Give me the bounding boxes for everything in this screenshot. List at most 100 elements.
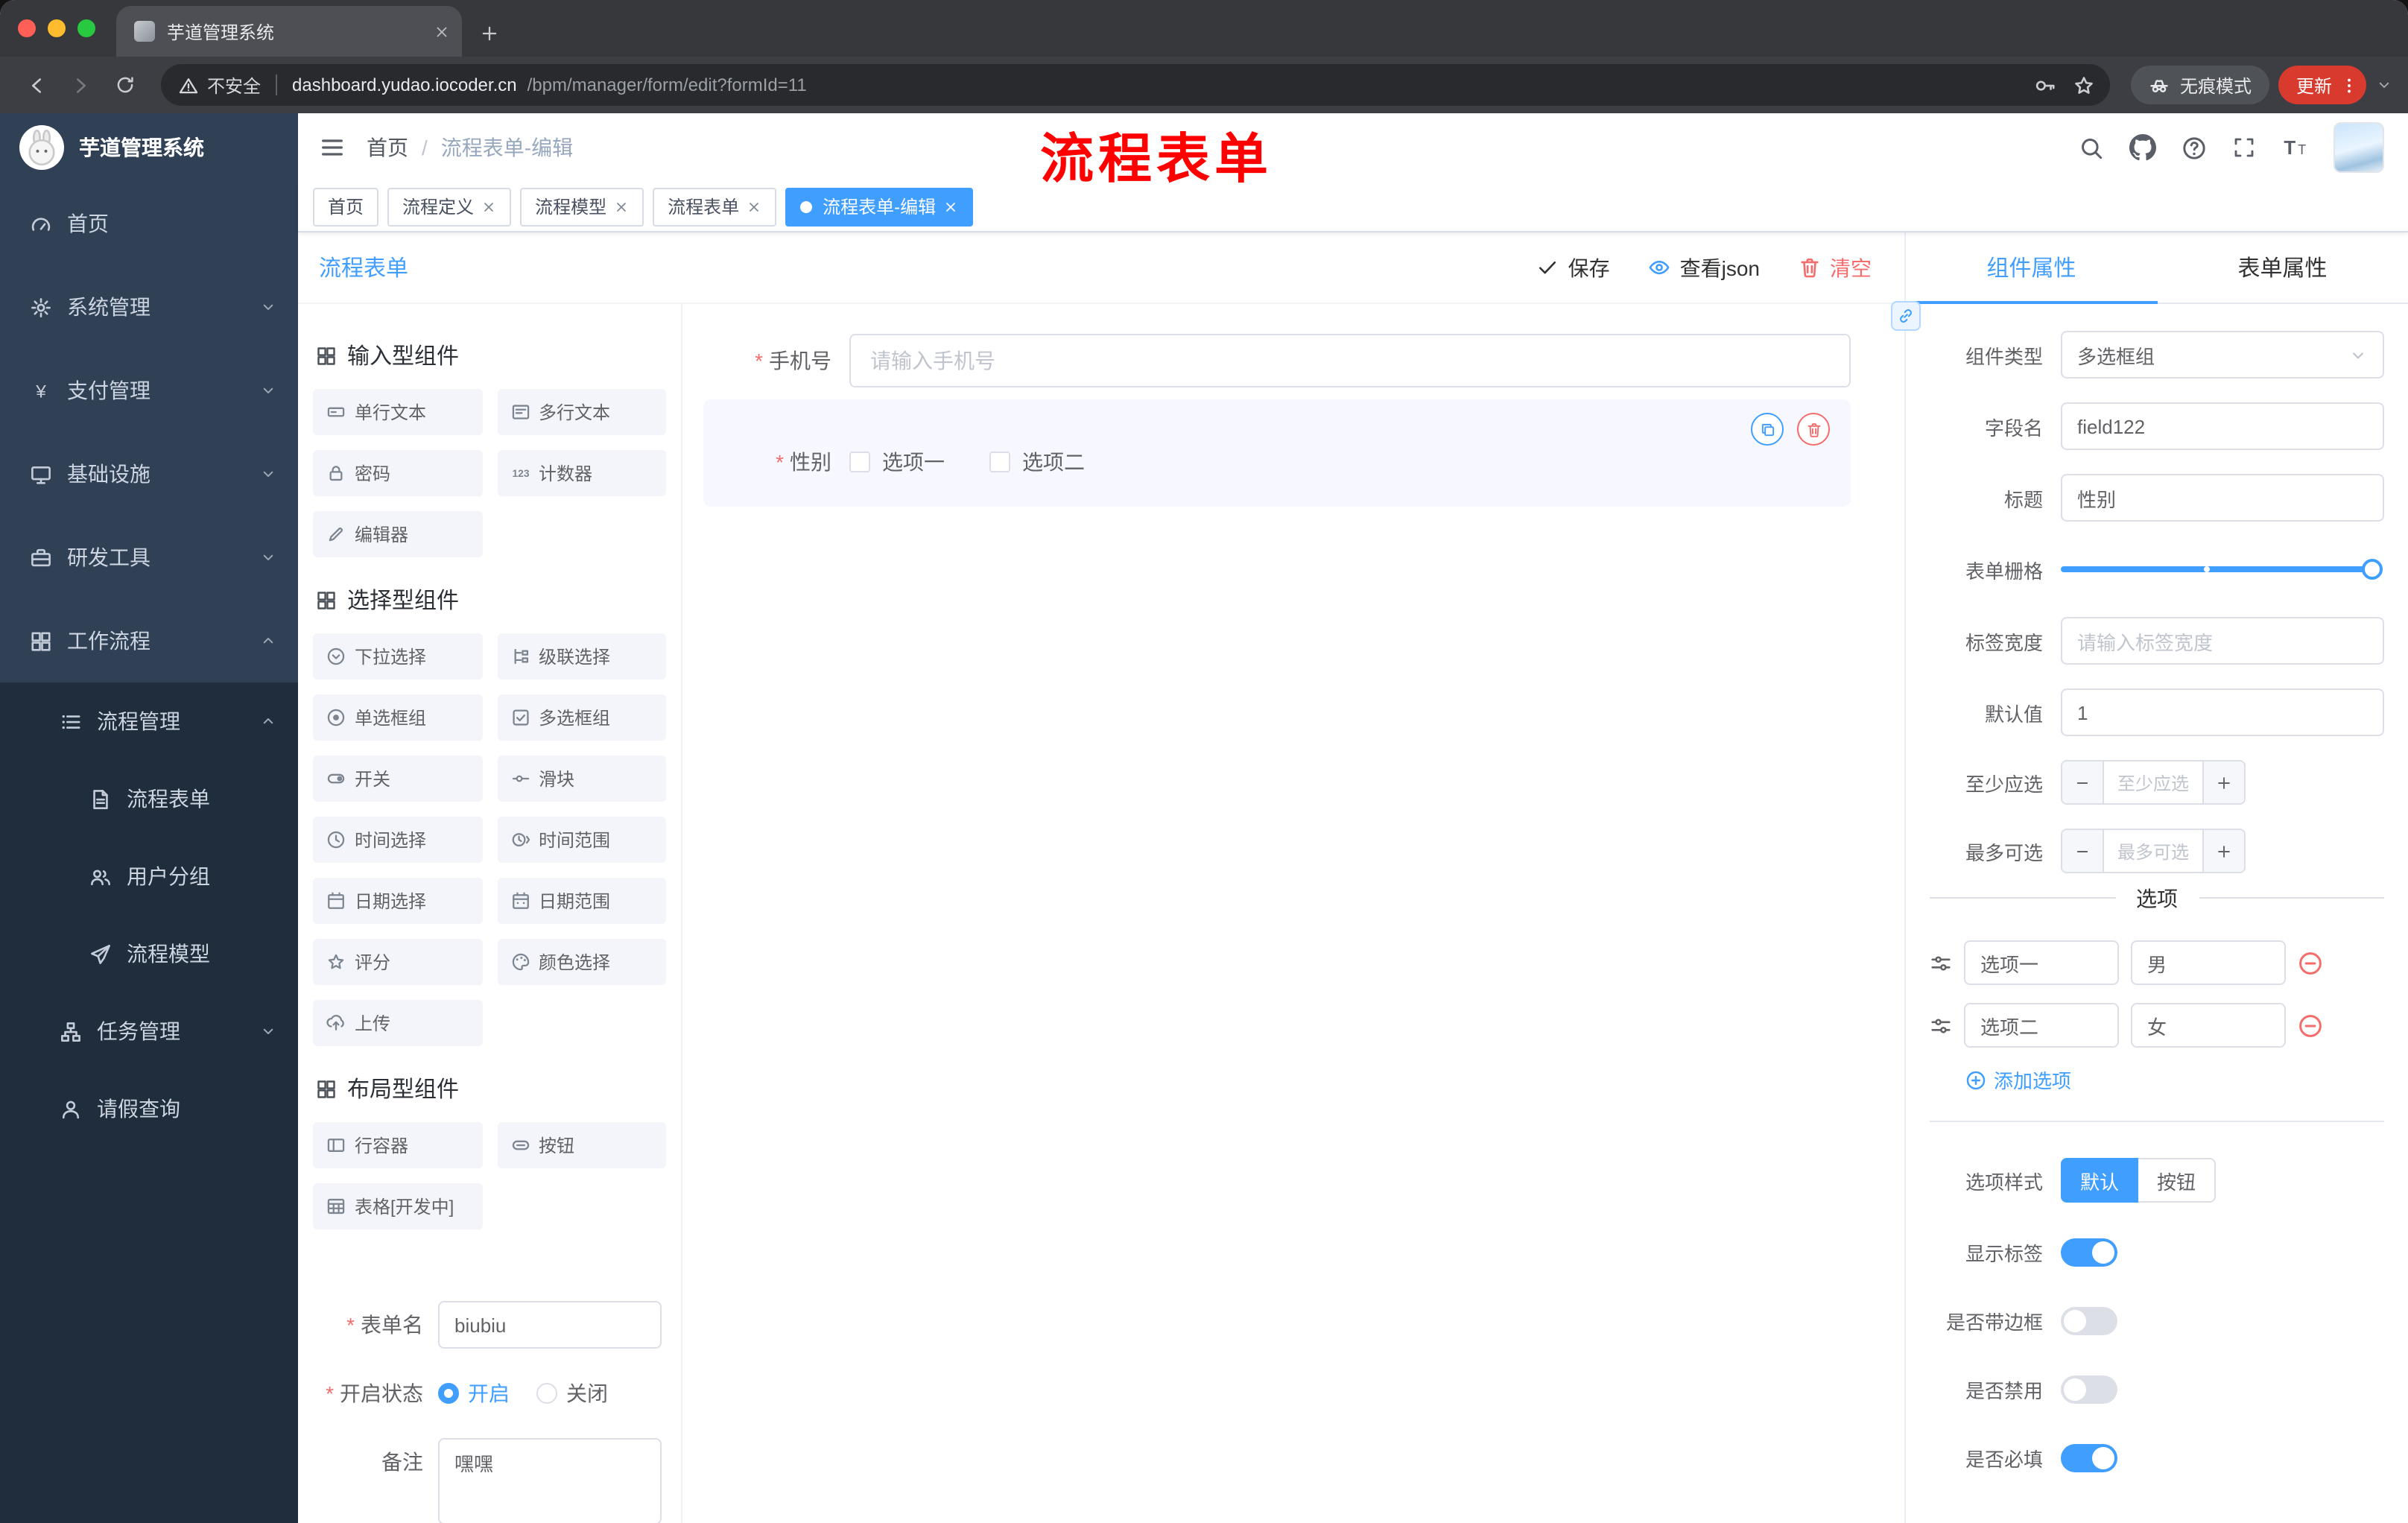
delete-widget-button[interactable] <box>1797 413 1830 446</box>
max-selected-input[interactable]: 最多可选 <box>2104 830 2202 872</box>
palette-item-upload[interactable]: 上传 <box>313 1000 482 1046</box>
minimize-window-button[interactable] <box>48 19 66 37</box>
sliders-icon[interactable] <box>1930 1014 1952 1036</box>
tag-home[interactable]: 首页 <box>313 187 379 226</box>
palette-item-date-picker[interactable]: 日期选择 <box>313 878 482 924</box>
close-icon[interactable] <box>481 199 496 214</box>
tag-process-model[interactable]: 流程模型 <box>520 187 644 226</box>
close-icon[interactable] <box>943 199 958 214</box>
search-icon[interactable] <box>2079 135 2104 160</box>
palette-item-time-picker[interactable]: 时间选择 <box>313 817 482 863</box>
palette-item-cascader[interactable]: 级联选择 <box>497 633 666 680</box>
palette-item-radio-group[interactable]: 单选框组 <box>313 694 482 741</box>
sidebar-item-user-group[interactable]: 用户分组 <box>0 838 298 915</box>
copy-widget-button[interactable] <box>1751 413 1784 446</box>
avatar[interactable] <box>2333 122 2384 173</box>
menu-dots-icon[interactable] <box>2339 75 2359 95</box>
palette-item-row-container[interactable]: 行容器 <box>313 1122 482 1168</box>
chevron-down-icon[interactable] <box>2375 76 2393 94</box>
option-label-input[interactable]: 选项一 <box>1964 940 2119 985</box>
close-icon[interactable] <box>614 199 629 214</box>
palette-item-color-picker[interactable]: 颜色选择 <box>497 939 666 985</box>
palette-item-select[interactable]: 下拉选择 <box>313 633 482 680</box>
disabled-switch[interactable] <box>2061 1375 2117 1404</box>
palette-item-single-line-text[interactable]: 单行文本 <box>313 389 482 435</box>
remark-textarea[interactable]: 嘿嘿 <box>438 1438 662 1523</box>
github-icon[interactable] <box>2129 134 2156 161</box>
browser-tab[interactable]: 芋道管理系统 <box>116 6 462 57</box>
fullscreen-icon[interactable] <box>2232 136 2256 159</box>
sidebar-item-dev-tools[interactable]: 研发工具 <box>0 516 298 599</box>
sidebar-item-process-model[interactable]: 流程模型 <box>0 915 298 992</box>
palette-item-editor[interactable]: 编辑器 <box>313 511 482 557</box>
option-value-input[interactable]: 女 <box>2131 1003 2286 1048</box>
phone-input[interactable]: 请输入手机号 <box>849 334 1851 387</box>
show-label-switch[interactable] <box>2061 1238 2117 1267</box>
sidebar-item-task-management[interactable]: 任务管理 <box>0 992 298 1070</box>
decrease-button[interactable] <box>2062 830 2104 872</box>
form-name-input[interactable]: biubiu <box>438 1301 662 1349</box>
field-name-input[interactable]: field122 <box>2061 402 2384 450</box>
sidebar-item-system[interactable]: 系统管理 <box>0 265 298 349</box>
required-switch[interactable] <box>2061 1444 2117 1472</box>
palette-item-checkbox-group[interactable]: 多选框组 <box>497 694 666 741</box>
palette-item-button[interactable]: 按钮 <box>497 1122 666 1168</box>
style-button-button[interactable]: 按钮 <box>2138 1158 2217 1203</box>
sidebar-item-process-form[interactable]: 流程表单 <box>0 760 298 838</box>
palette-item-time-range[interactable]: 时间范围 <box>497 817 666 863</box>
palette-item-multi-line-text[interactable]: 多行文本 <box>497 389 666 435</box>
update-button[interactable]: 更新 <box>2278 66 2366 104</box>
palette-item-table[interactable]: 表格[开发中] <box>313 1183 482 1229</box>
palette-item-password[interactable]: 密码 <box>313 450 482 496</box>
cminus-icon[interactable] <box>2298 1013 2323 1038</box>
option-label-input[interactable]: 选项二 <box>1964 1003 2119 1048</box>
palette-item-counter[interactable]: 123 计数器 <box>497 450 666 496</box>
increase-button[interactable] <box>2202 830 2244 872</box>
slider-handle[interactable] <box>2362 559 2383 580</box>
sidebar-item-infrastructure[interactable]: 基础设施 <box>0 432 298 516</box>
address-bar[interactable]: 不安全 dashboard.yudao.iocoder.cn/bpm/manag… <box>161 64 2110 106</box>
new-tab-button[interactable] <box>480 24 499 43</box>
tag-process-form[interactable]: 流程表单 <box>653 187 777 226</box>
palette-item-date-range[interactable]: 日期范围 <box>497 878 666 924</box>
reload-button[interactable] <box>104 64 146 106</box>
tab-form-properties[interactable]: 表单属性 <box>2157 232 2408 303</box>
status-radio-closed[interactable]: 关闭 <box>536 1370 608 1417</box>
sliders-icon[interactable] <box>1930 952 1952 974</box>
bookmark-star-icon[interactable] <box>2073 74 2095 96</box>
grid-slider[interactable] <box>2061 545 2384 593</box>
title-input[interactable]: 性别 <box>2061 474 2384 522</box>
close-icon[interactable] <box>747 199 761 214</box>
component-type-select[interactable]: 多选框组 <box>2061 331 2384 379</box>
canvas-field-gender[interactable]: 性别选项一选项二 <box>703 399 1851 507</box>
min-selected-input[interactable]: 至少应选 <box>2104 762 2202 803</box>
palette-item-rate[interactable]: 评分 <box>313 939 482 985</box>
palette-item-switch[interactable]: 开关 <box>313 756 482 802</box>
help-icon[interactable] <box>2182 135 2207 160</box>
hamburger-icon[interactable] <box>319 134 346 161</box>
tag-process-definition[interactable]: 流程定义 <box>387 187 512 226</box>
clear-button[interactable]: 清空 <box>1799 253 1872 282</box>
view-json-button[interactable]: 查看json <box>1649 253 1760 282</box>
option-value-input[interactable]: 男 <box>2131 940 2286 985</box>
zoom-window-button[interactable] <box>77 19 95 37</box>
sidebar-item-process-management[interactable]: 流程管理 <box>0 683 298 760</box>
sidebar-item-leave-query[interactable]: 请假查询 <box>0 1070 298 1147</box>
tab-close-icon[interactable] <box>434 23 450 39</box>
forward-button[interactable] <box>60 64 101 106</box>
security-indicator[interactable]: 不安全 <box>179 72 261 98</box>
add-option-button[interactable]: 添加选项 <box>1965 1066 2384 1094</box>
save-button[interactable]: 保存 <box>1537 253 1610 282</box>
checkbox-option[interactable]: 选项一 <box>849 447 945 477</box>
decrease-button[interactable] <box>2062 762 2104 803</box>
sidebar-item-payment[interactable]: ¥ 支付管理 <box>0 349 298 432</box>
status-radio-open[interactable]: 开启 <box>438 1370 510 1417</box>
back-button[interactable] <box>15 64 57 106</box>
canvas-field-phone[interactable]: 手机号请输入手机号 <box>703 334 1851 387</box>
cminus-icon[interactable] <box>2298 950 2323 975</box>
label-width-input[interactable]: 请输入标签宽度 <box>2061 617 2384 665</box>
with-border-switch[interactable] <box>2061 1307 2117 1335</box>
sidebar-item-workflow[interactable]: 工作流程 <box>0 599 298 683</box>
palette-item-slider[interactable]: 滑块 <box>497 756 666 802</box>
sidebar-item-home[interactable]: 首页 <box>0 182 298 265</box>
